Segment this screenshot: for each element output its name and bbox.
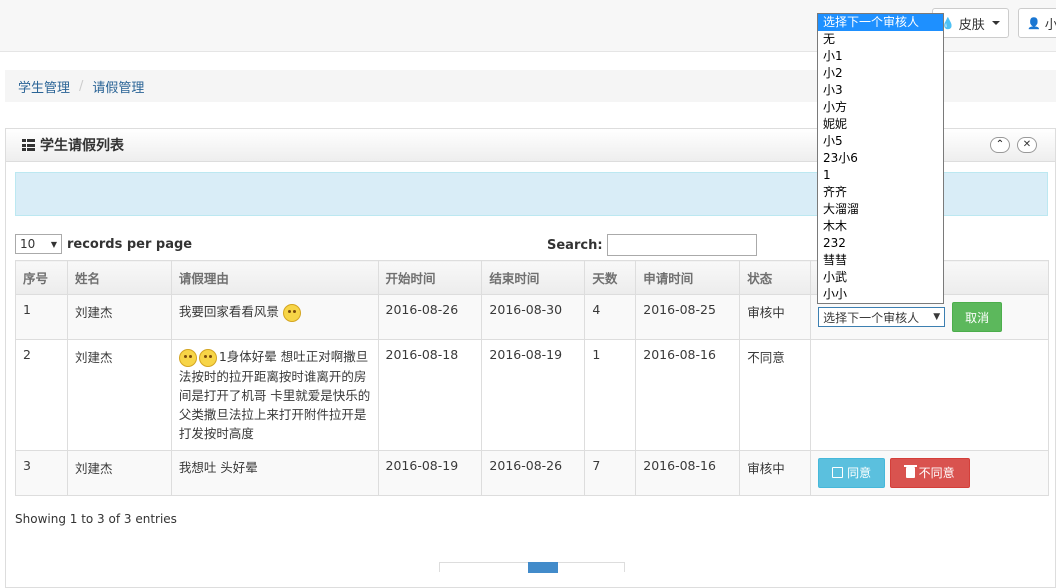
- approve-button[interactable]: 同意: [818, 457, 886, 488]
- cell-reason: 我要回家看看风景: [170, 294, 379, 340]
- dizzy-face-icon: [178, 348, 197, 367]
- column-header[interactable]: 请假理由: [170, 260, 379, 295]
- widget-title: 学生请假列表: [40, 138, 124, 154]
- reviewer-option[interactable]: 小小: [818, 286, 943, 303]
- reviewer-option[interactable]: 小5: [818, 133, 943, 150]
- cell-id: 1: [15, 294, 68, 340]
- cell-status: 审核中: [739, 449, 812, 496]
- cell-status: 不同意: [739, 339, 812, 451]
- reviewer-option[interactable]: 木木: [818, 218, 943, 235]
- reason-text: 我想吐 头好晕: [178, 459, 258, 475]
- reviewer-option[interactable]: 选择下一个审核人: [818, 14, 943, 31]
- cell-name: 刘建杰: [66, 449, 172, 496]
- pagination-active-page[interactable]: [528, 562, 558, 573]
- close-icon[interactable]: ✕: [1017, 137, 1037, 153]
- table-info: Showing 1 to 3 of 3 entries: [15, 512, 177, 526]
- cell-days: 4: [584, 294, 637, 340]
- cell-applied: 2016-08-16: [635, 339, 741, 451]
- cell-start: 2016-08-18: [377, 339, 483, 451]
- reviewer-option[interactable]: 妮妮: [818, 116, 943, 133]
- caret-down-icon: [991, 21, 1000, 25]
- next-reviewer-dropdown-list[interactable]: 选择下一个审核人无小1 小2 小3 小方 妮妮 小5 23小6 1 齐齐 大溜溜 木木 232 彗彗 小武…: [817, 13, 944, 304]
- user-icon: 👤: [1027, 16, 1041, 30]
- cell-end: 2016-08-30: [481, 294, 586, 340]
- cell-reason: 我想吐 头好晕: [170, 449, 379, 496]
- cell-id: 3: [15, 449, 68, 496]
- user-label: 小: [1044, 17, 1056, 33]
- column-header[interactable]: 申请时间: [635, 260, 741, 295]
- column-header[interactable]: 序号: [15, 260, 68, 295]
- sad-face-icon: [282, 303, 301, 322]
- cell-id: 2: [15, 339, 68, 451]
- table-row: 2 刘建杰 1身体好晕 想吐正对啊撒旦法按时的拉开距离按时谁离开的房间是打开了机…: [15, 339, 1049, 451]
- breadcrumb-separator: /: [79, 78, 84, 94]
- cell-start: 2016-08-19: [377, 449, 483, 496]
- cell-status: 审核中: [739, 294, 812, 340]
- reviewer-option[interactable]: 小1: [818, 48, 943, 65]
- reviewer-option[interactable]: 232: [818, 235, 943, 252]
- select-arrow-icon: ▼: [50, 239, 57, 249]
- reviewer-option[interactable]: 小2: [818, 65, 943, 82]
- dizzy-face-icon: [198, 348, 217, 367]
- collapse-icon[interactable]: ⌃: [990, 137, 1010, 153]
- column-header[interactable]: 开始时间: [377, 260, 483, 295]
- trash-icon: [903, 465, 917, 478]
- next-reviewer-value: 选择下一个审核人: [823, 310, 920, 325]
- cell-end: 2016-08-26: [481, 449, 586, 496]
- reviewer-option[interactable]: 小3: [818, 82, 943, 99]
- page-length-select[interactable]: 10 ▼: [15, 234, 62, 254]
- search-label: Search:: [547, 237, 603, 253]
- cell-applied: 2016-08-16: [635, 449, 741, 496]
- table-row: 3 刘建杰 我想吐 头好晕 2016-08-19 2016-08-26 7 20…: [15, 449, 1049, 496]
- cell-days: 7: [584, 449, 637, 496]
- reviewer-option[interactable]: 23小6: [818, 150, 943, 167]
- column-header[interactable]: 姓名: [66, 260, 172, 295]
- reviewer-option[interactable]: 小方: [818, 99, 943, 116]
- reject-label: 不同意: [918, 466, 955, 480]
- cell-name: 刘建杰: [66, 339, 172, 451]
- list-icon: [22, 139, 35, 151]
- cell-applied: 2016-08-25: [635, 294, 741, 340]
- next-reviewer-select[interactable]: 选择下一个审核人 ▼: [818, 307, 946, 327]
- reviewer-option[interactable]: 齐齐: [818, 184, 943, 201]
- cancel-button[interactable]: 取消: [952, 302, 1003, 332]
- search-control: Search:: [547, 234, 757, 256]
- reason-text: 我要回家看看风景: [178, 304, 279, 319]
- edit-icon: [832, 467, 844, 478]
- reviewer-option[interactable]: 小武: [818, 269, 943, 286]
- cell-days: 1: [584, 339, 637, 451]
- page-length-control: 10 ▼ records per page: [15, 234, 192, 254]
- reject-button[interactable]: 不同意: [890, 457, 971, 488]
- reviewer-option[interactable]: 1: [818, 167, 943, 184]
- breadcrumb-leave-management[interactable]: 请假管理: [92, 77, 144, 96]
- page-length-value: 10: [20, 237, 36, 251]
- pagination: [439, 562, 625, 573]
- reviewer-option[interactable]: 无: [818, 31, 943, 48]
- column-header[interactable]: 结束时间: [481, 260, 586, 295]
- cell-actions: 同意 不同意: [810, 449, 1049, 496]
- cell-end: 2016-08-19: [481, 339, 586, 451]
- column-header[interactable]: 状态: [739, 260, 812, 295]
- cancel-label: 取消: [965, 310, 990, 325]
- reviewer-option[interactable]: 彗彗: [818, 252, 943, 269]
- approve-label: 同意: [847, 466, 872, 480]
- skin-label: 皮肤: [958, 17, 985, 33]
- cell-reason: 1身体好晕 想吐正对啊撒旦法按时的拉开距离按时谁离开的房间是打开了机哥 卡里就爱…: [170, 339, 379, 451]
- reviewer-option[interactable]: 大溜溜: [818, 201, 943, 218]
- column-header[interactable]: 天数: [584, 260, 637, 295]
- user-dropdown-button[interactable]: 👤 小: [1018, 8, 1056, 38]
- cell-name: 刘建杰: [66, 294, 172, 340]
- select-arrow-icon: ▼: [933, 312, 941, 322]
- search-input[interactable]: [606, 234, 757, 256]
- cell-actions: [810, 339, 1049, 451]
- cell-start: 2016-08-26: [377, 294, 483, 340]
- page-length-label: records per page: [67, 236, 193, 252]
- breadcrumb-student-management[interactable]: 学生管理: [18, 77, 70, 96]
